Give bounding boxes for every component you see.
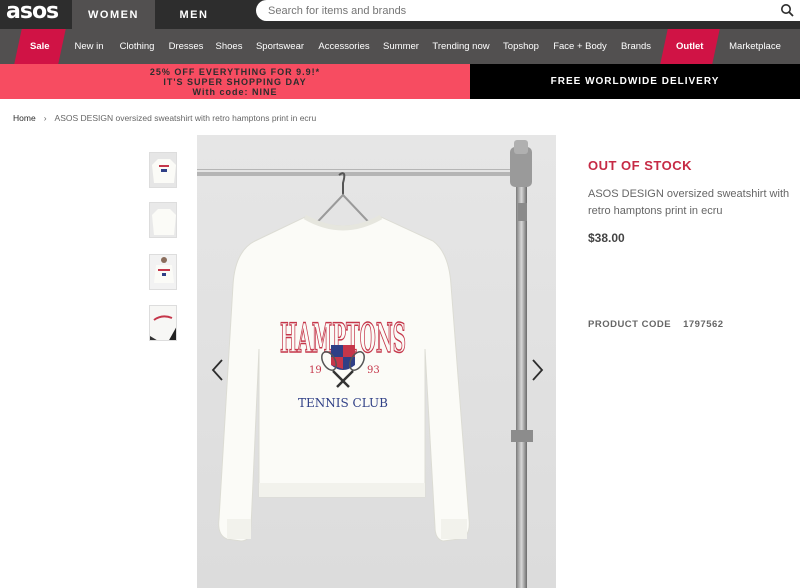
promo-line-1: 25% OFF EVERYTHING FOR 9.9!* — [149, 67, 321, 77]
thumbnail-1[interactable] — [149, 152, 177, 188]
breadcrumb-separator: › — [43, 113, 47, 123]
chevron-left-icon[interactable] — [210, 358, 226, 382]
print-year-left: 19 — [309, 365, 322, 376]
sweatshirt-back-thumbnail — [150, 203, 176, 237]
product-title: ASOS DESIGN oversized sweatshirt with re… — [588, 188, 790, 217]
sweatshirt-front-thumbnail — [150, 153, 176, 187]
asos-logo[interactable]: asos — [6, 1, 66, 25]
print-tennis-club: TENNIS CLUB — [298, 396, 388, 410]
promo-line-2: IT'S SUPER SHOPPING DAY — [163, 77, 307, 87]
nav-item-accessories[interactable]: Accessories — [314, 29, 374, 64]
nav-item-dresses[interactable]: Dresses — [166, 29, 206, 64]
nav-item-outlet[interactable]: Outlet — [660, 29, 720, 64]
product-code-value: 1797562 — [683, 319, 724, 330]
nav-item-sportswear[interactable]: Sportswear — [252, 29, 308, 64]
stock-status: OUT OF STOCK — [588, 158, 692, 173]
nav-item-brands[interactable]: Brands — [617, 29, 655, 64]
promo-line-3: With code: NINE — [192, 87, 278, 97]
chevron-right-icon[interactable] — [529, 358, 545, 382]
breadcrumb: Home › ASOS DESIGN oversized sweatshirt … — [13, 113, 316, 123]
search-input[interactable] — [268, 2, 768, 19]
nav-item-clothing[interactable]: Clothing — [115, 29, 159, 64]
nav-item-topshop[interactable]: Topshop — [500, 29, 542, 64]
nav-item-summer[interactable]: Summer — [380, 29, 422, 64]
thumbnail-3[interactable] — [149, 254, 177, 290]
nav-item-marketplace[interactable]: Marketplace — [724, 29, 786, 64]
search-bar — [256, 0, 800, 21]
breadcrumb-current: ASOS DESIGN oversized sweatshirt with re… — [54, 113, 317, 123]
nav-item-sale[interactable]: Sale — [14, 29, 66, 64]
nav-item-shoes[interactable]: Shoes — [212, 29, 246, 64]
product-code-label: PRODUCT CODE — [588, 319, 672, 330]
print-year-right: 93 — [367, 365, 380, 376]
thumbnail-2[interactable] — [149, 202, 177, 238]
nav-item-trending-now[interactable]: Trending now — [428, 29, 494, 64]
tab-men[interactable]: MEN — [155, 0, 233, 29]
nav-item-face-body[interactable]: Face + Body — [549, 29, 611, 64]
product-main-image[interactable]: HAMPTONS 19 93 TENNIS CLUB — [197, 135, 556, 588]
product-code: PRODUCT CODE 1797562 — [588, 319, 724, 330]
sweatshirt-image: HAMPTONS 19 93 TENNIS CLUB — [197, 135, 556, 588]
model-thumbnail — [150, 255, 176, 289]
breadcrumb-home[interactable]: Home — [13, 113, 36, 123]
thumbnail-4[interactable] — [149, 305, 177, 341]
delivery-banner[interactable]: FREE WORLDWIDE DELIVERY — [470, 64, 800, 99]
top-bar: asos WOMEN MEN — [0, 0, 800, 29]
search-icon[interactable] — [780, 3, 794, 17]
detail-thumbnail — [150, 306, 176, 340]
promo-banner[interactable]: 25% OFF EVERYTHING FOR 9.9!* IT'S SUPER … — [0, 64, 470, 99]
category-nav: Sale New in Clothing Dresses Shoes Sport… — [0, 29, 800, 64]
tab-women[interactable]: WOMEN — [72, 0, 155, 29]
nav-item-new-in[interactable]: New in — [70, 29, 108, 64]
product-price: $38.00 — [588, 231, 625, 245]
